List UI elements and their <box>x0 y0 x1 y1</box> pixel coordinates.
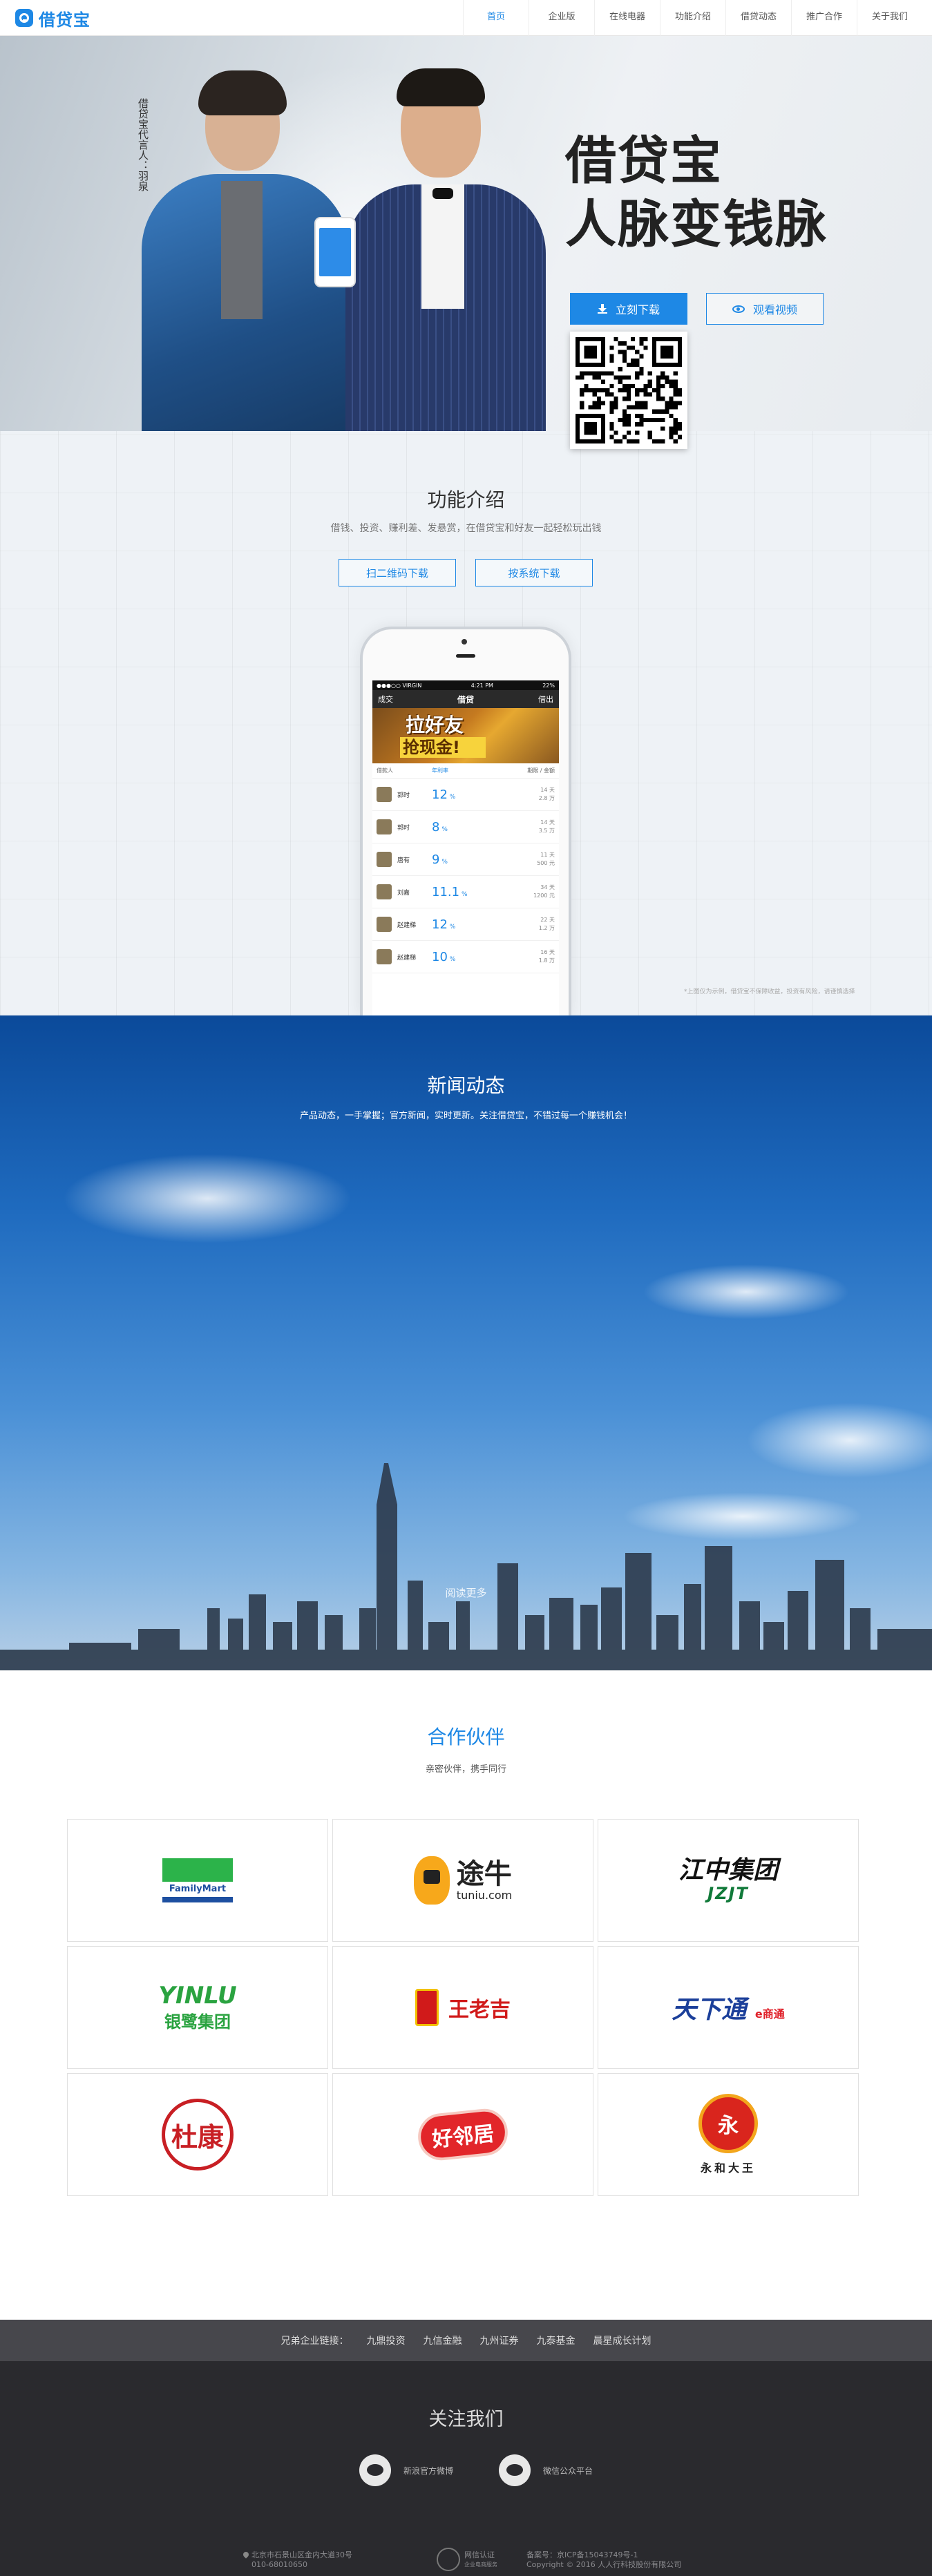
avatar <box>377 787 392 802</box>
app-nav-bar: 成交 借贷 借出 <box>372 690 559 708</box>
weibo-icon <box>359 2454 391 2486</box>
logo-text: 借贷宝 <box>39 10 91 30</box>
wanglaoji-can-icon <box>415 1989 439 2026</box>
location-icon <box>242 2550 250 2559</box>
legal-info: 备案号：京ICP备15043749号-1 Copyright © 2016 人人… <box>526 2550 682 2569</box>
loan-list: 郭时 12 % 14 天 2.8 万郭时 8 % 14 天 3.5 万唐有 9 % 11 天 50… <box>372 779 559 973</box>
news-title: 新闻动态 <box>427 1074 505 1097</box>
partner-card-wanglaoji[interactable]: 王老吉 <box>332 1946 593 2069</box>
dukang-logo: 杜康 <box>162 2099 234 2170</box>
watch-video-button[interactable]: 观看视频 <box>706 293 824 325</box>
system-download-button[interactable]: 按系统下载 <box>475 559 593 586</box>
app-phone-mockup: ●●●○○ VIRGIN 4:21 PM 22% 成交 借贷 借出 拉好友 抢现… <box>360 627 571 1015</box>
partner-logo-grid: FamilyMart 途牛 tuniu.com 江中集团 JZJT YINLU … <box>67 1819 859 2196</box>
news-section: 新闻动态 产品动态，一手掌握；官方新闻，实时更新。关注借贷宝，不错过每一个赚钱机… <box>0 1015 932 1670</box>
loan-table-header: 借款人 年利率 期限 / 金额 <box>372 763 559 779</box>
download-qr-code <box>570 332 687 449</box>
partner-card-yonghe[interactable]: 永 永和大王 <box>598 2073 859 2196</box>
link-jiutai-fund[interactable]: 九泰基金 <box>537 2334 576 2347</box>
follow-us-title: 关注我们 <box>428 2409 504 2430</box>
loan-row[interactable]: 刘嘉 11.1 % 34 天 1200 元 <box>372 876 559 908</box>
tuniu-cow-icon <box>413 1856 450 1905</box>
partner-card-dukang[interactable]: 杜康 <box>67 2073 328 2196</box>
news-subtitle: 产品动态，一手掌握；官方新闻，实时更新。关注借贷宝，不错过每一个赚钱机会！ <box>299 1111 632 1121</box>
nav-item-news[interactable]: 借贷动态 <box>725 0 791 36</box>
partners-subtitle: 亲密伙伴，携手同行 <box>425 1764 506 1775</box>
main-nav: 首页 企业版 在线电器 功能介绍 借贷动态 推广合作 关于我们 <box>463 0 922 36</box>
links-label: 兄弟企业链接： <box>280 2336 349 2347</box>
loan-row[interactable]: 郭时 8 % 14 天 3.5 万 <box>372 811 559 843</box>
wechat-link[interactable]: 微信公众平台 <box>499 2454 593 2486</box>
app-screen: ●●●○○ VIRGIN 4:21 PM 22% 成交 借贷 借出 拉好友 抢现… <box>372 680 559 1015</box>
loan-row[interactable]: 赵建梯 10 % 16 天 1.8 万 <box>372 941 559 973</box>
avatar <box>377 852 392 867</box>
yonghe-logo: 永 永和大王 <box>698 2094 758 2175</box>
avatar <box>377 949 392 964</box>
partners-title: 合作伙伴 <box>427 1726 505 1748</box>
copyright: Copyright © 2016 人人行科技股份有限公司 <box>526 2560 682 2569</box>
page: 借贷宝 首页 企业版 在线电器 功能介绍 借贷动态 推广合作 关于我们 借贷宝代… <box>0 0 932 2576</box>
loan-row[interactable]: 赵建梯 12 % 22 天 1.2 万 <box>372 908 559 941</box>
tianxiatong-logo: 天下通 e商通 <box>672 1996 785 2024</box>
nav-item-home[interactable]: 首页 <box>463 0 529 36</box>
partner-card-haolinju[interactable]: 好邻居 <box>332 2073 593 2196</box>
link-jiuding-investment[interactable]: 九鼎投资 <box>367 2334 406 2347</box>
features-title: 功能介绍 <box>427 488 505 511</box>
download-icon <box>597 304 607 314</box>
hero-phone-image <box>314 217 356 287</box>
read-more-link[interactable]: 阅读更多 <box>0 1585 932 1600</box>
verification-badge-text: 网信认证 企业电商服务 <box>464 2550 497 2568</box>
wanglaoji-logo: 王老吉 <box>415 1989 511 2026</box>
wechat-icon <box>499 2454 531 2486</box>
nav-item-promotion[interactable]: 推广合作 <box>791 0 857 36</box>
features-subtitle: 借钱、投资、赚利差、发悬赏，在借贷宝和好友一起轻松玩出钱 <box>330 523 602 534</box>
city-skyline-image <box>0 1463 932 1670</box>
top-header: 借贷宝 首页 企业版 在线电器 功能介绍 借贷动态 推广合作 关于我们 <box>0 0 932 36</box>
familymart-logo: FamilyMart <box>162 1858 233 1902</box>
loan-row[interactable]: 郭时 12 % 14 天 2.8 万 <box>372 779 559 811</box>
nav-item-online-appliances[interactable]: 在线电器 <box>594 0 660 36</box>
link-jiuxin-finance[interactable]: 九信金融 <box>424 2334 462 2347</box>
contact-info: 北京市石景山区金内大道30号 010-68010650 <box>242 2550 352 2570</box>
nav-item-features[interactable]: 功能介绍 <box>660 0 725 36</box>
verification-badge-icon[interactable] <box>437 2548 460 2571</box>
partners-section: 合作伙伴 亲密伙伴，携手同行 FamilyMart 途牛 tuniu.com 江… <box>0 1670 932 2320</box>
hero-banner: 借贷宝代言人：羽泉 借贷宝 人脉变钱脉 立刻下载 观看视频 <box>0 36 932 446</box>
tuniu-logo: 途牛 tuniu.com <box>413 1856 512 1905</box>
footer: 关注我们 新浪官方微博 微信公众平台 北京市石景山区金内大道30号 010-68… <box>0 2361 932 2576</box>
jiangzhong-logo: 江中集团 JZJT <box>678 1856 778 1904</box>
weibo-link[interactable]: 新浪官方微博 <box>359 2454 453 2486</box>
partner-card-yinlu[interactable]: YINLU 银鹭集团 <box>67 1946 328 2069</box>
disclaimer-footnote: *上图仅为示例，借贷宝不保障收益，投资有风险，请谨慎选择 <box>684 989 855 995</box>
loan-row[interactable]: 唐有 9 % 11 天 500 元 <box>372 843 559 876</box>
nav-item-about[interactable]: 关于我们 <box>857 0 922 36</box>
logo[interactable]: 借贷宝 <box>15 7 91 30</box>
link-chenxing-plan[interactable]: 晨星成长计划 <box>593 2334 652 2347</box>
avatar <box>377 819 392 834</box>
icp-number[interactable]: 京ICP备15043749号-1 <box>557 2550 638 2559</box>
promo-banner: 拉好友 抢现金! <box>372 708 559 763</box>
nav-item-enterprise[interactable]: 企业版 <box>529 0 594 36</box>
hero-title: 借贷宝 人脉变钱脉 <box>565 131 828 254</box>
partner-card-familymart[interactable]: FamilyMart <box>67 1819 328 1942</box>
download-now-button[interactable]: 立刻下载 <box>570 293 687 325</box>
avatar <box>377 917 392 932</box>
sister-company-links: 兄弟企业链接： 九鼎投资 九信金融 九州证券 九泰基金 晨星成长计划 <box>0 2320 932 2361</box>
features-section: 功能介绍 借钱、投资、赚利差、发悬赏，在借贷宝和好友一起轻松玩出钱 扫二维码下载… <box>0 431 932 1015</box>
partner-card-tianxiatong[interactable]: 天下通 e商通 <box>598 1946 859 2069</box>
partner-card-tuniu[interactable]: 途牛 tuniu.com <box>332 1819 593 1942</box>
partner-card-jiangzhong[interactable]: 江中集团 JZJT <box>598 1819 859 1942</box>
status-bar: ●●●○○ VIRGIN 4:21 PM 22% <box>372 680 559 690</box>
yinlu-logo: YINLU 银鹭集团 <box>158 1981 237 2032</box>
logo-icon <box>15 9 33 27</box>
link-jiuzhou-securities[interactable]: 九州证券 <box>480 2334 519 2347</box>
haolinju-logo: 好邻居 <box>415 2106 511 2163</box>
scan-qr-download-button[interactable]: 扫二维码下载 <box>339 559 456 586</box>
avatar <box>377 884 392 899</box>
eye-icon <box>732 305 745 313</box>
spokesperson-image-right <box>332 68 553 431</box>
